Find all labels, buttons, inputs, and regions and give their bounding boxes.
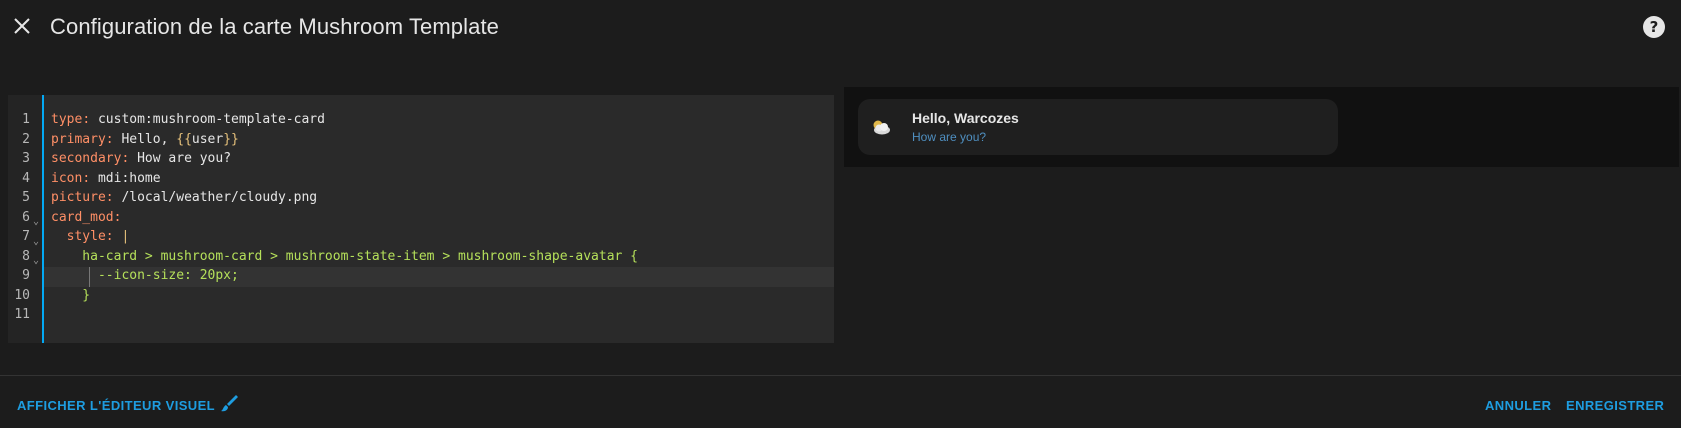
- line-number: 3: [22, 151, 30, 166]
- template-brace: {{: [176, 131, 192, 147]
- line-number: 4: [22, 170, 30, 186]
- line-number: 5: [22, 190, 30, 205]
- yaml-key: picture: [51, 190, 106, 205]
- brush-icon: [221, 394, 238, 411]
- yaml-sep: :: [113, 209, 122, 225]
- save-button[interactable]: ENREGISTRER: [1566, 398, 1664, 413]
- code-line: style: |: [51, 227, 130, 247]
- mushroom-template-card[interactable]: Hello, Warcozes How are you?: [858, 99, 1338, 155]
- code-line: secondary: How are you?: [51, 149, 231, 169]
- code-line: type: custom:mushroom-template-card: [51, 110, 325, 130]
- editor-focus-bar: [42, 95, 44, 343]
- css-selector: ha-card > mushroom-card > mushroom-state…: [51, 248, 638, 264]
- dialog-title: Configuration de la carte Mushroom Templ…: [50, 14, 500, 39]
- line-number: 1: [22, 112, 30, 127]
- code-line: }: [51, 286, 90, 306]
- show-visual-editor-label: AFFICHER L'ÉDITEUR VISUEL: [17, 398, 215, 413]
- yaml-value: /local/weather/cloudy.png: [121, 190, 318, 205]
- show-visual-editor-button[interactable]: AFFICHER L'ÉDITEUR VISUEL: [17, 394, 239, 413]
- cloudy-weather-icon: [873, 120, 890, 135]
- close-icon: [14, 18, 30, 34]
- yaml-sep: :: [82, 170, 98, 186]
- css-closing-brace: }: [51, 287, 91, 303]
- yaml-sep: :: [121, 151, 138, 166]
- yaml-key: icon: [51, 170, 83, 186]
- card-preview-panel: Hello, Warcozes How are you?: [844, 87, 1679, 167]
- line-number: 10: [14, 287, 30, 303]
- card-secondary-text: How are you?: [912, 130, 987, 144]
- line-number: 8: [22, 248, 30, 264]
- line-number: 11: [14, 307, 30, 322]
- yaml-key: primary: [51, 131, 106, 147]
- help-button[interactable]: ?: [1643, 16, 1665, 38]
- close-button[interactable]: [10, 14, 34, 38]
- yaml-value: custom:mushroom-template-card: [97, 112, 325, 127]
- template-variable: user: [191, 131, 224, 147]
- code-line: icon: mdi:home: [51, 169, 161, 189]
- footer-divider: [0, 375, 1681, 376]
- code-line: picture: /local/weather/cloudy.png: [51, 188, 317, 208]
- yaml-sep: :: [105, 229, 122, 244]
- template-brace: }}: [223, 131, 239, 147]
- css-declaration: --icon-size: 20px;: [51, 268, 239, 283]
- yaml-value: Hello,: [121, 131, 177, 147]
- line-number: 9: [22, 268, 30, 283]
- yaml-key: type: [51, 112, 83, 127]
- yaml-key: card_mod: [51, 209, 114, 225]
- yaml-value: How are you?: [137, 151, 232, 166]
- yaml-sep: :: [105, 190, 122, 205]
- line-number: 6: [22, 209, 30, 225]
- code-line: primary: Hello, {{user}}: [51, 130, 239, 150]
- fold-chevron-icon[interactable]: ⌄: [33, 212, 39, 232]
- yaml-value: mdi:home: [97, 170, 161, 186]
- code-line: ha-card > mushroom-card > mushroom-state…: [51, 247, 638, 267]
- yaml-key: secondary: [51, 151, 122, 166]
- yaml-sep: :: [105, 131, 122, 147]
- cancel-button[interactable]: ANNULER: [1485, 398, 1551, 413]
- yaml-block-indicator: |: [121, 229, 130, 244]
- line-number: 2: [22, 131, 30, 147]
- card-primary-text: Hello, Warcozes: [912, 110, 1019, 126]
- fold-chevron-icon[interactable]: ⌄: [33, 251, 39, 271]
- fold-chevron-icon[interactable]: ⌄: [33, 232, 39, 252]
- dialog-header: Configuration de la carte Mushroom Templ…: [0, 0, 1681, 56]
- yaml-key: style: [51, 229, 106, 244]
- line-number-gutter: 1 2 3 4 5 6 7 8 9 10 11 ⌄ ⌄ ⌄: [8, 95, 43, 343]
- line-number: 7: [22, 229, 30, 244]
- help-circle-icon: ?: [1649, 18, 1659, 36]
- code-line: card_mod:: [51, 208, 121, 228]
- code-line: --icon-size: 20px;: [51, 266, 239, 286]
- yaml-code-editor[interactable]: 1 2 3 4 5 6 7 8 9 10 11 ⌄ ⌄ ⌄ type: cust…: [8, 95, 834, 343]
- yaml-sep: :: [82, 112, 98, 127]
